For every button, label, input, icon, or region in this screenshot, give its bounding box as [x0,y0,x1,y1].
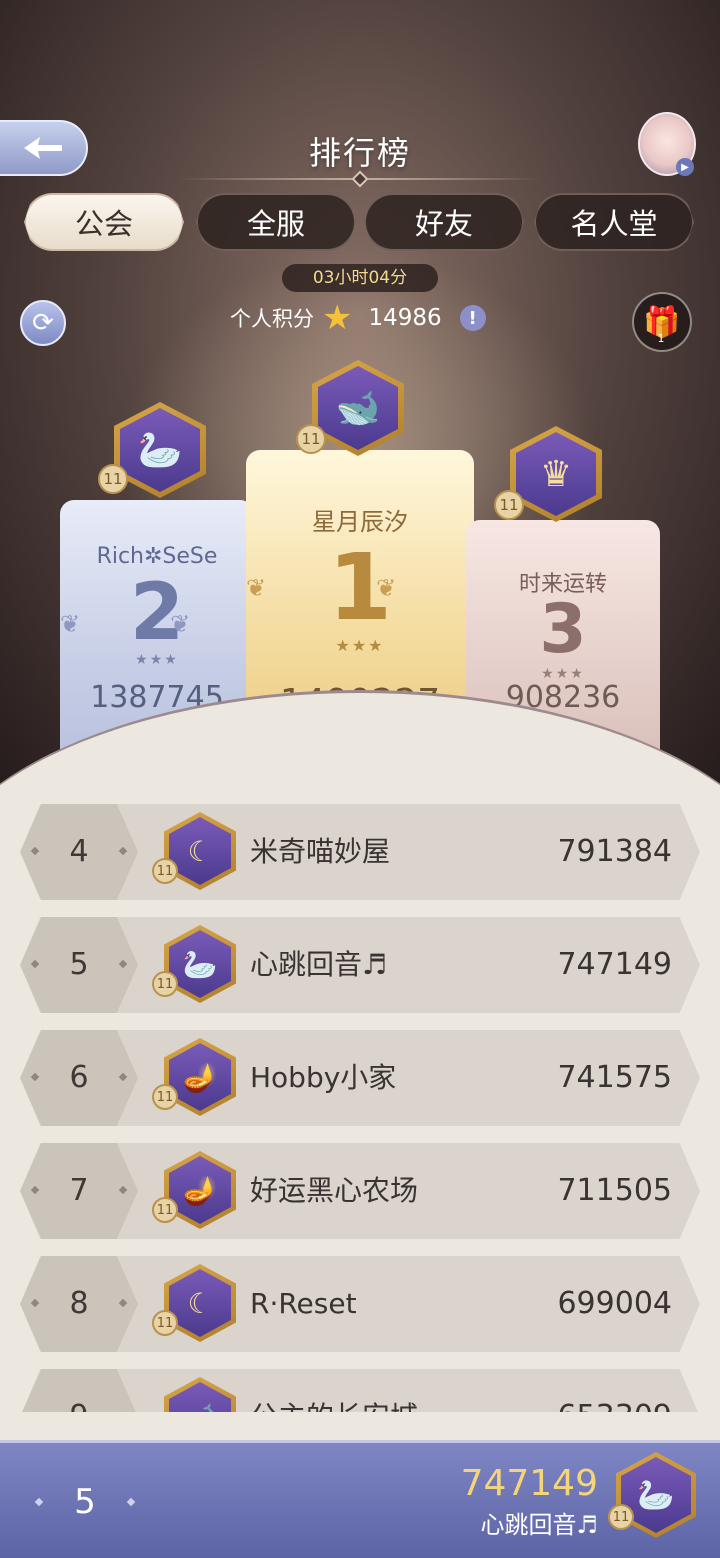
list-item-name: R·Reset [250,1287,357,1320]
my-guild-rank: 5 [74,1482,96,1522]
list-item[interactable]: 9 🐋 11 公主的长安城 653309 [20,1369,700,1412]
rank-stars-icon: ★★★ [135,652,179,668]
tab-server[interactable]: 全服 [196,193,356,251]
my-guild-bar[interactable]: 5 747149 心跳回音♬ [0,1440,720,1558]
refresh-icon[interactable]: ⟳ [20,300,66,346]
list-item-rank: 5 [69,947,89,982]
podium-third-rank: 3 [539,590,587,669]
tab-bar: 公会 全服 好友 名人堂 [18,193,702,255]
list-item-rank: 4 [69,834,89,869]
my-guild-level: 11 [608,1504,634,1530]
ranking-list[interactable]: 4 ☾ 11 米奇喵妙屋 791384 5 🦢 11 心跳回音♬ 747149 … [0,800,720,1412]
list-item[interactable]: 8 ☾ 11 R·Reset 699004 [20,1256,700,1352]
my-guild-name: 心跳回音♬ [480,1511,598,1539]
star-icon: ★ [322,298,353,338]
tab-guild[interactable]: 公会 [24,193,184,251]
list-item[interactable]: 6 🪔 11 Hobby小家 741575 [20,1030,700,1126]
list-item-score: 747149 [557,947,672,982]
list-item[interactable]: 5 🦢 11 心跳回音♬ 747149 [20,917,700,1013]
list-item[interactable]: 4 ☾ 11 米奇喵妙屋 791384 [20,804,700,900]
list-item-score: 791384 [557,834,672,869]
list-item-name: 心跳回音♬ [250,948,388,981]
countdown-timer: 03小时04分 [282,264,438,292]
gift-count: 1 [657,332,665,345]
list-item-name: Hobby小家 [250,1061,397,1094]
info-icon[interactable]: ! [459,305,486,331]
list-item-name: 米奇喵妙屋 [250,835,391,868]
podium-second-name: Rich✲SeSe [96,544,218,569]
personal-score-label: 个人积分 [230,307,314,331]
list-item-rank: 6 [69,1060,89,1095]
my-guild-score: 747149 [460,1463,598,1504]
list-item-name: 好运黑心农场 [250,1174,419,1207]
podium-second-level: 11 [98,464,128,494]
ranking-stage: 排行榜 ▶ 公会 全服 好友 名人堂 03小时04分 个人积分 ★ 14986 … [0,0,720,790]
laurel-icon: ❦❦ [246,574,507,602]
podium-first-name: 星月辰汐 [312,508,408,536]
list-item-level: 11 [152,971,178,997]
list-item-level: 11 [152,1310,178,1336]
list-item-score: 653309 [557,1369,672,1412]
list-item-level: 11 [152,1197,178,1223]
tab-friends[interactable]: 好友 [364,193,524,251]
list-item-level: 11 [152,1084,178,1110]
list-item-score: 699004 [557,1286,672,1321]
personal-score-value: 14986 [368,305,442,331]
rank-stars-icon: ★★★ [335,636,385,655]
list-item-name: 公主的长安城 [250,1369,418,1412]
list-item-score: 711505 [557,1173,672,1208]
tab-hall-of-fame[interactable]: 名人堂 [534,193,694,251]
rose-whale-emblem-icon: 🐋 [164,1377,236,1412]
list-item-rank: 7 [69,1173,89,1208]
podium-third-level: 11 [494,490,524,520]
list-item-rank: 9 [20,1369,138,1412]
list-item-score: 741575 [557,1060,672,1095]
list-item-level: 11 [152,858,178,884]
personal-score: 个人积分 ★ 14986 ! [230,298,530,338]
play-icon: ▶ [676,158,694,176]
list-item-rank: 8 [69,1286,89,1321]
laurel-icon: ❦❦ [60,610,281,638]
page-title: 排行榜 [308,134,411,172]
podium-first-level: 11 [296,424,326,454]
list-item[interactable]: 7 🪔 11 好运黑心农场 711505 [20,1143,700,1239]
